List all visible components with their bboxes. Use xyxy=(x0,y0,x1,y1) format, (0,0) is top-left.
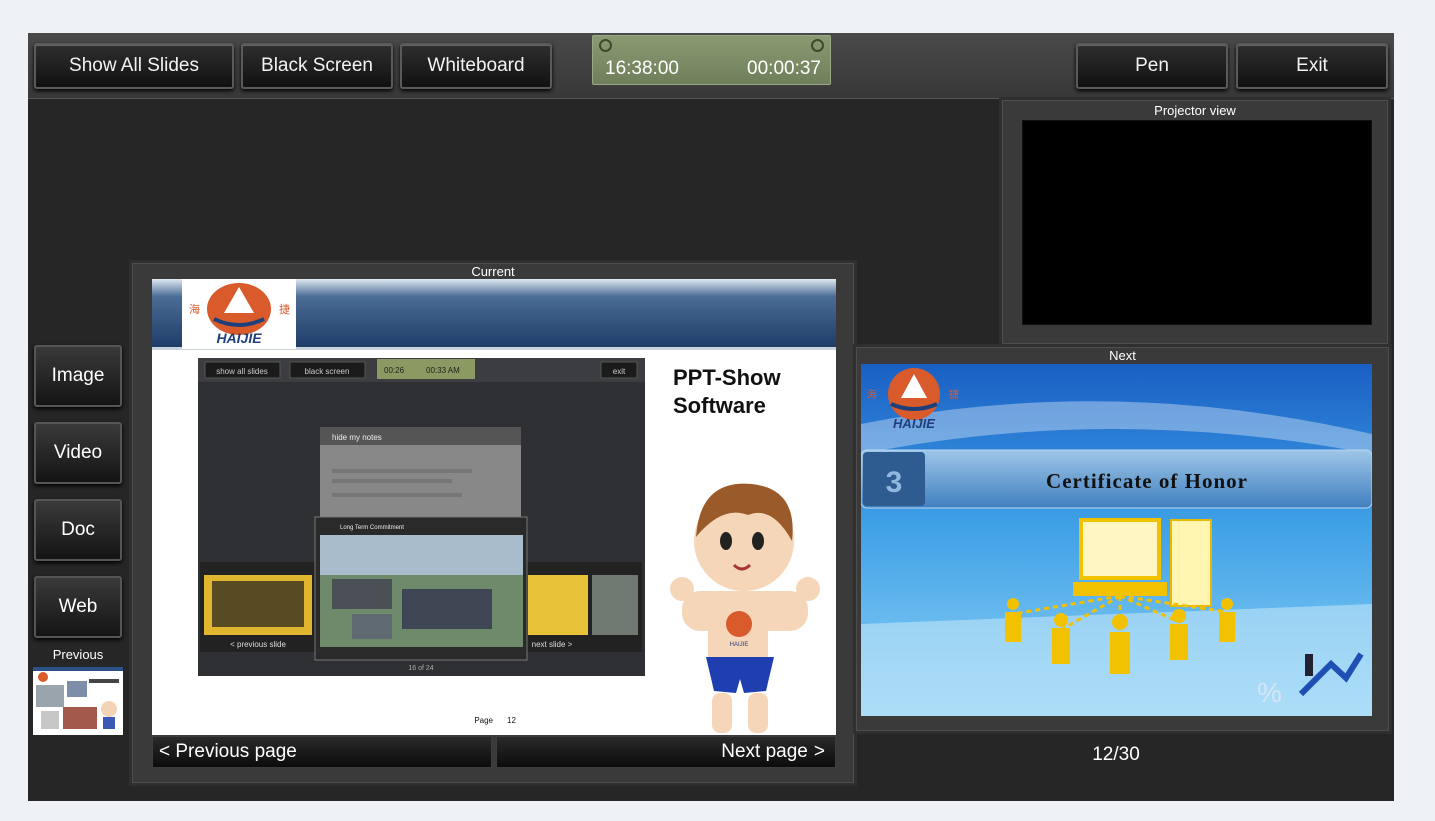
logo-text: HAIJIE xyxy=(216,330,262,346)
projector-panel: Projector view xyxy=(1002,100,1388,344)
current-slide: 海 捷 HAIJIE PPT-Show Software show all sl… xyxy=(152,279,836,735)
next-page-label: Next page xyxy=(721,741,808,762)
next-panel: Next 海 捷 HAIJIE 3 Certificate of Honor % xyxy=(856,347,1389,731)
next-logo-right-char: 捷 xyxy=(949,388,959,401)
show-all-slides-button[interactable]: Show All Slides xyxy=(34,43,234,89)
projector-label: Projector view xyxy=(1154,103,1236,118)
alarm-clock-icon xyxy=(599,39,612,52)
doc-button[interactable]: Doc xyxy=(34,499,122,561)
next-page-button[interactable]: Next page > xyxy=(496,736,836,768)
next-logo-text: HAIJIE xyxy=(893,416,935,431)
banner-number: 3 xyxy=(886,466,903,499)
previous-label: Previous xyxy=(52,647,104,662)
web-button[interactable]: Web xyxy=(34,576,122,638)
slide-page-label: Page xyxy=(474,716,493,725)
previous-page-button[interactable]: < Previous page xyxy=(152,736,492,768)
embedded-counter: 16 of 24 xyxy=(408,665,433,672)
exit-button[interactable]: Exit xyxy=(1236,43,1388,89)
current-label: Current xyxy=(471,264,515,279)
percent-symbol: % xyxy=(1257,677,1282,708)
embedded-hide-notes: hide my notes xyxy=(332,433,382,442)
logo-left-char: 海 xyxy=(189,302,200,316)
embedded-black-screen: black screen xyxy=(305,367,350,376)
embedded-prev-slide: < previous slide xyxy=(230,640,286,649)
embedded-card-title: Long Term Commitment xyxy=(340,525,404,531)
current-slide-image: 海 捷 HAIJIE PPT-Show Software show all sl… xyxy=(152,279,836,733)
projector-screen xyxy=(1022,120,1372,325)
logo-right-char: 捷 xyxy=(279,302,290,316)
image-button[interactable]: Image xyxy=(34,345,122,407)
slide-title-line1: PPT-Show xyxy=(673,365,781,390)
chevron-right-icon: > xyxy=(813,741,825,762)
embedded-show-all: show all slides xyxy=(216,367,268,376)
slide-title-line2: Software xyxy=(673,393,766,418)
video-button[interactable]: Video xyxy=(34,422,122,484)
embedded-time1: 00:26 xyxy=(384,366,405,375)
page-navigation: < Previous page Next page > xyxy=(152,736,836,768)
black-screen-button[interactable]: Black Screen xyxy=(241,43,393,89)
mascot-illustration: HAIJIE xyxy=(670,483,820,733)
clock-display: 16:38:00 00:00:37 xyxy=(592,35,831,85)
whiteboard-button[interactable]: Whiteboard xyxy=(400,43,552,89)
slide-page-number: 12 xyxy=(507,716,516,725)
embedded-exit: exit xyxy=(613,367,626,376)
presenter-window: Show All Slides Black Screen Whiteboard … xyxy=(28,33,1394,801)
next-slide[interactable]: 海 捷 HAIJIE 3 Certificate of Honor % xyxy=(861,364,1372,716)
stopwatch-icon xyxy=(811,39,824,52)
certificate-title: Certificate of Honor xyxy=(1046,469,1248,493)
embedded-screenshot: show all slides black screen 00:26 00:33… xyxy=(198,358,645,676)
previous-slide-thumbnail[interactable] xyxy=(33,667,123,735)
embedded-next-slide: next slide > xyxy=(532,640,573,649)
embedded-time2: 00:33 AM xyxy=(426,366,460,375)
current-time: 16:38:00 xyxy=(605,58,679,79)
elapsed-time: 00:00:37 xyxy=(747,58,821,79)
slide-counter: 12/30 xyxy=(1092,744,1140,765)
next-slide-image: 海 捷 HAIJIE 3 Certificate of Honor % xyxy=(861,364,1372,716)
next-label: Next xyxy=(1109,348,1136,363)
toolbar: Show All Slides Black Screen Whiteboard … xyxy=(28,33,1394,99)
pen-button[interactable]: Pen xyxy=(1076,43,1228,89)
previous-slide-image xyxy=(36,672,119,729)
current-panel: Current 海 捷 HAIJIE PPT-Show Software sho… xyxy=(132,263,854,783)
svg-text:HAIJIE: HAIJIE xyxy=(730,642,749,648)
next-logo-left-char: 海 xyxy=(867,388,877,401)
